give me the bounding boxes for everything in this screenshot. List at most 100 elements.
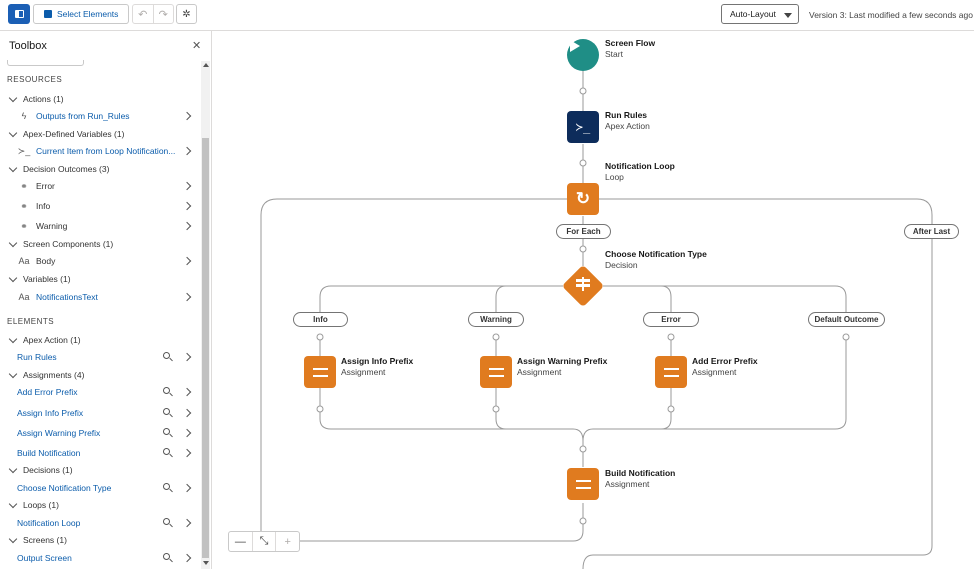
close-icon[interactable]: ✕ (192, 39, 201, 52)
resource-item[interactable]: ⚭ Error (0, 178, 200, 194)
chevron-right-icon[interactable] (182, 553, 192, 563)
search-icon[interactable] (163, 387, 170, 394)
search-icon[interactable] (163, 408, 170, 415)
resource-item[interactable]: ⚭ Info (0, 198, 200, 214)
assignment-icon (488, 367, 504, 377)
resource-group-variables[interactable]: Variables (1) (0, 271, 200, 287)
chevron-down-icon (8, 238, 18, 247)
chevron-right-icon[interactable] (182, 408, 192, 418)
zoom-in-button[interactable]: + (275, 532, 299, 551)
assign-warning-node[interactable] (480, 356, 512, 388)
outcome-info-label: Info (293, 312, 348, 327)
chevron-down-icon (8, 334, 18, 343)
element-item[interactable]: Assign Info Prefix (0, 405, 200, 421)
panel-icon (14, 10, 24, 18)
after-last-label: After Last (904, 224, 959, 239)
gear-icon: ✲ (182, 8, 191, 20)
undo-button[interactable]: ↶ (133, 5, 154, 23)
resource-group-actions[interactable]: Actions (1) (0, 91, 200, 107)
build-notification-title: Build Notification (605, 468, 676, 478)
element-group-decisions[interactable]: Decisions (1) (0, 462, 200, 478)
chevron-right-icon[interactable] (182, 256, 192, 266)
add-error-node[interactable] (655, 356, 687, 388)
chevron-right-icon[interactable] (182, 146, 192, 156)
assign-info-subtitle: Assignment (341, 367, 386, 377)
search-icon[interactable] (163, 428, 170, 435)
add-error-title: Add Error Prefix (692, 356, 758, 366)
resource-group-apex-variables[interactable]: Apex-Defined Variables (1) (0, 126, 200, 142)
chevron-right-icon[interactable] (182, 518, 192, 528)
select-elements-button[interactable]: Select Elements (33, 4, 129, 24)
loop-title: Notification Loop (605, 161, 675, 171)
run-rules-subtitle: Apex Action (605, 121, 650, 131)
chevron-right-icon[interactable] (182, 483, 192, 493)
resource-group-screen-components[interactable]: Screen Components (1) (0, 236, 200, 252)
chevron-down-icon (8, 499, 18, 508)
layout-select[interactable]: Auto-Layout (721, 4, 799, 24)
resources-heading: RESOURCES (7, 74, 63, 84)
element-group-screens[interactable]: Screens (1) (0, 532, 200, 548)
build-notification-node[interactable] (567, 468, 599, 500)
element-item[interactable]: Notification Loop (0, 515, 200, 531)
element-group-apex-action[interactable]: Apex Action (1) (0, 332, 200, 348)
redo-button[interactable]: ↷ (154, 5, 174, 23)
chevron-right-icon[interactable] (182, 221, 192, 231)
chevron-right-icon[interactable] (182, 181, 192, 191)
run-rules-node[interactable]: ≻_ (567, 111, 599, 143)
assign-info-node[interactable] (304, 356, 336, 388)
scroll-up-icon[interactable] (203, 63, 209, 67)
apex-icon: ≻_ (17, 145, 31, 156)
settings-button[interactable]: ✲ (176, 4, 197, 24)
search-input[interactable] (7, 60, 84, 66)
chevron-right-icon[interactable] (182, 201, 192, 211)
resource-item[interactable]: ϟ Outputs from Run_Rules (0, 108, 200, 124)
flow-canvas[interactable]: Screen Flow Start ≻_ Run Rules Apex Acti… (213, 31, 974, 569)
outcome-icon: ⚭ (20, 200, 28, 211)
resource-group-decision-outcomes[interactable]: Decision Outcomes (3) (0, 161, 200, 177)
chevron-right-icon[interactable] (182, 448, 192, 458)
element-item[interactable]: Choose Notification Type (0, 480, 200, 496)
chevron-down-icon (8, 464, 18, 473)
assignment-icon (312, 367, 328, 377)
search-icon[interactable] (163, 553, 170, 560)
element-item[interactable]: Run Rules (0, 349, 200, 365)
search-icon[interactable] (163, 352, 170, 359)
chevron-right-icon[interactable] (182, 352, 192, 362)
chevron-right-icon[interactable] (182, 292, 192, 302)
decision-node[interactable] (562, 265, 604, 307)
element-group-loops[interactable]: Loops (1) (0, 497, 200, 513)
element-item[interactable]: Assign Warning Prefix (0, 425, 200, 441)
element-item[interactable]: Output Screen (0, 550, 200, 566)
scroll-down-icon[interactable] (203, 561, 209, 565)
search-icon[interactable] (163, 483, 170, 490)
start-node[interactable] (567, 39, 599, 71)
add-error-subtitle: Assignment (692, 367, 737, 377)
search-icon[interactable] (163, 518, 170, 525)
chevron-right-icon[interactable] (182, 111, 192, 121)
element-item[interactable]: Build Notification (0, 445, 200, 461)
loop-subtitle: Loop (605, 172, 624, 182)
run-rules-title: Run Rules (605, 110, 648, 120)
resource-item[interactable]: Aa NotificationsText (0, 289, 200, 305)
scrollbar-thumb[interactable] (202, 138, 209, 558)
element-item[interactable]: Add Error Prefix (0, 384, 200, 400)
resource-item[interactable]: Aa Body (0, 253, 200, 269)
chevron-down-icon (8, 273, 18, 282)
fit-view-button[interactable]: ⤡ (251, 532, 276, 551)
select-elements-label: Select Elements (57, 9, 119, 19)
chevron-down-icon (8, 369, 18, 378)
chevron-right-icon[interactable] (182, 428, 192, 438)
toggle-toolbox-button[interactable] (8, 4, 30, 24)
element-group-assignments[interactable]: Assignments (4) (0, 367, 200, 383)
chevron-right-icon[interactable] (182, 387, 192, 397)
lightning-icon: ϟ (21, 111, 27, 121)
layout-select-value: Auto-Layout (730, 9, 776, 19)
assignment-icon (575, 479, 591, 489)
assign-warning-subtitle: Assignment (517, 367, 562, 377)
loop-node[interactable]: ↻ (567, 183, 599, 215)
zoom-out-button[interactable]: — (229, 532, 252, 551)
resource-item[interactable]: ⚭ Warning (0, 218, 200, 234)
search-icon[interactable] (163, 448, 170, 455)
toolbox-title: Toolbox (9, 40, 47, 52)
resource-item[interactable]: ≻_ Current Item from Loop Notification... (0, 143, 200, 159)
